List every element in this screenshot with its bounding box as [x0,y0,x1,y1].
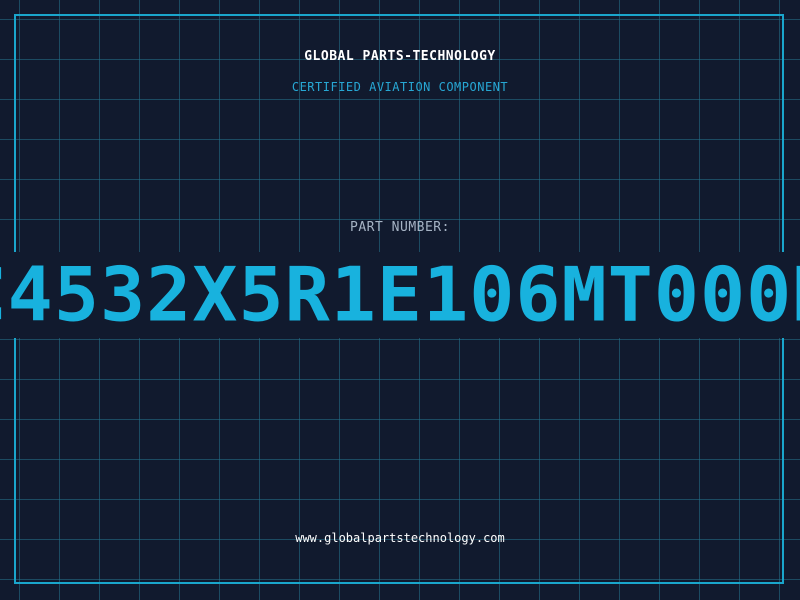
part-number-value: C4532X5R1E106MT000N [0,252,800,338]
certification-subtitle: CERTIFIED AVIATION COMPONENT [291,80,509,94]
part-label-canvas: GLOBAL PARTS-TECHNOLOGY CERTIFIED AVIATI… [0,0,800,600]
part-number-band: C4532X5R1E106MT000N [0,252,800,338]
website-url: www.globalpartstechnology.com [295,531,505,545]
part-number-label: PART NUMBER: [350,220,450,235]
company-name: GLOBAL PARTS-TECHNOLOGY [304,49,496,64]
